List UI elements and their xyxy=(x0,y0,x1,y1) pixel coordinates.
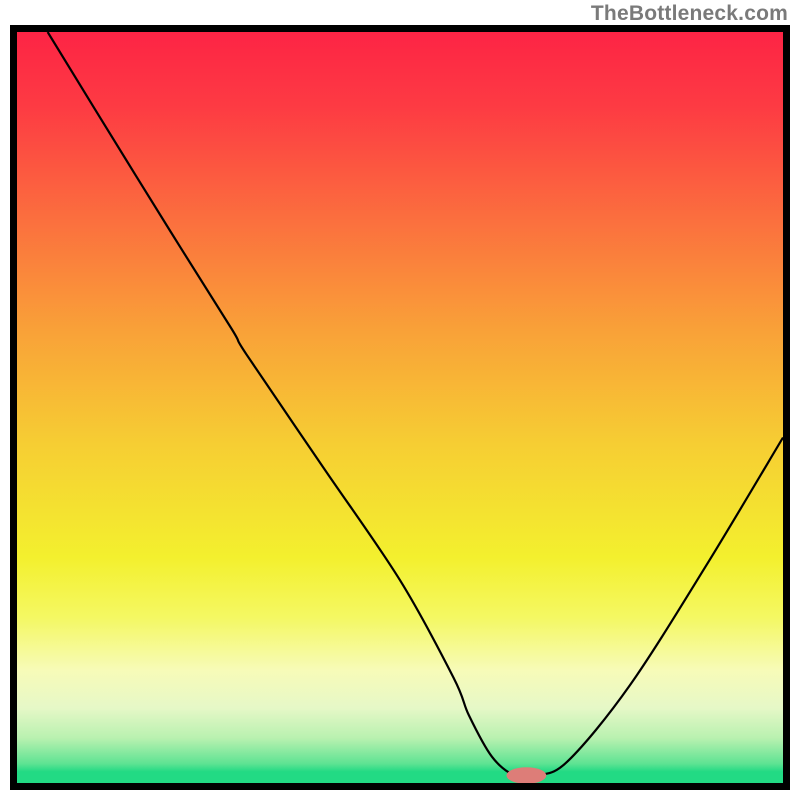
chart-frame: TheBottleneck.com xyxy=(0,0,800,800)
gradient-background xyxy=(17,32,783,783)
optimal-point-marker xyxy=(506,767,546,783)
bottleneck-chart xyxy=(17,32,783,783)
plot-area-border xyxy=(10,25,790,790)
watermark-text: TheBottleneck.com xyxy=(591,2,788,26)
